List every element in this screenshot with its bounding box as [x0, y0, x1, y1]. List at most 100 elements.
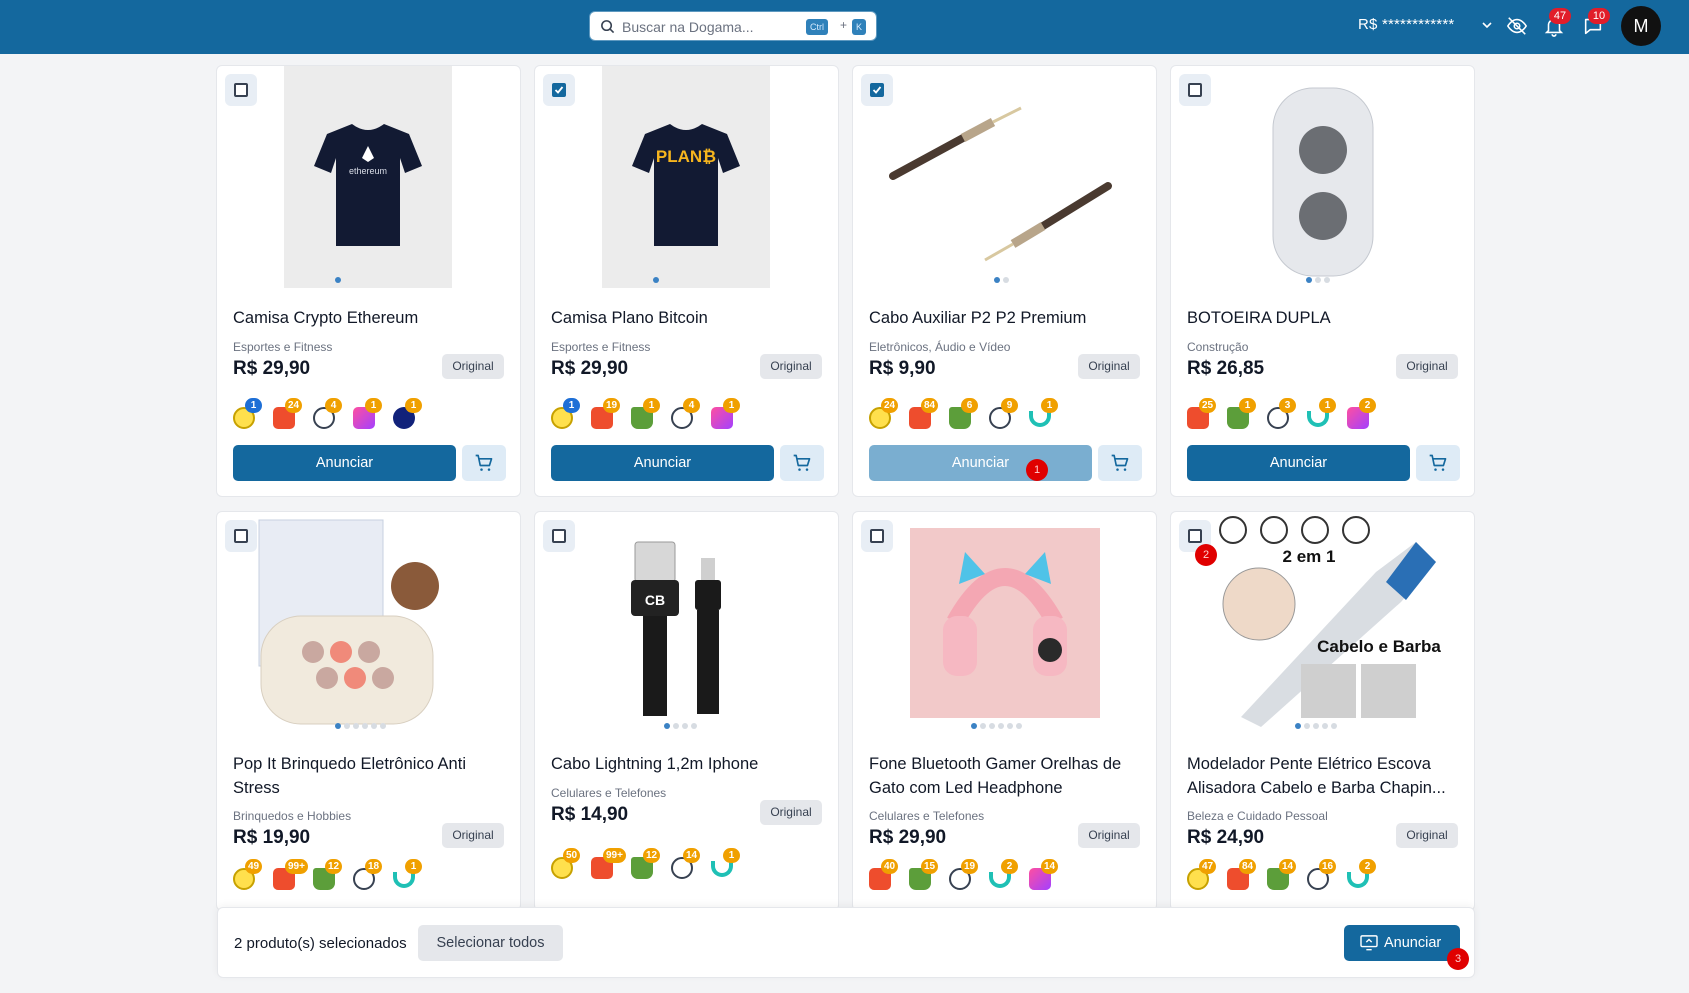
- checkbox-box-checked: [552, 83, 566, 97]
- kiwify-icon[interactable]: 14: [1029, 859, 1059, 890]
- mercadolivre-icon[interactable]: 1: [233, 398, 262, 429]
- carousel-dots[interactable]: [653, 277, 659, 283]
- select-checkbox[interactable]: [543, 520, 575, 552]
- carousel-dots[interactable]: [971, 723, 1022, 729]
- search-bar[interactable]: Buscar na Dogama... Ctrl + K: [589, 11, 877, 41]
- select-checkbox[interactable]: [225, 74, 257, 106]
- shopee-icon[interactable]: 19: [591, 398, 621, 429]
- shopee-icon[interactable]: 24: [273, 398, 303, 429]
- select-checkbox[interactable]: [861, 74, 893, 106]
- add-to-cart-button[interactable]: [780, 445, 824, 481]
- shopee-icon[interactable]: 40: [869, 859, 899, 890]
- product-image[interactable]: [217, 512, 520, 734]
- product-price: R$ 26,85: [1187, 358, 1265, 379]
- shopify-icon[interactable]: 14: [1267, 859, 1297, 890]
- avatar[interactable]: M: [1621, 6, 1661, 46]
- check-icon: [554, 86, 564, 94]
- messages-badge: 10: [1588, 8, 1610, 24]
- chain-icon[interactable]: 14: [671, 848, 701, 879]
- product-title[interactable]: Camisa Plano Bitcoin: [551, 306, 831, 330]
- chevron-down-icon[interactable]: [1481, 19, 1493, 31]
- balance-display[interactable]: R$ ************: [1358, 16, 1454, 33]
- shopee-icon[interactable]: 84: [1227, 859, 1257, 890]
- select-checkbox[interactable]: [225, 520, 257, 552]
- product-title[interactable]: Cabo Auxiliar P2 P2 Premium: [869, 306, 1149, 330]
- product-title[interactable]: Modelador Pente Elétrico Escova Alisador…: [1187, 752, 1467, 800]
- mercadolivre-icon[interactable]: 1: [551, 398, 580, 429]
- product-image[interactable]: CB: [535, 512, 838, 734]
- carousel-dots[interactable]: [1295, 723, 1337, 729]
- kiwify-icon[interactable]: 2: [1347, 398, 1376, 429]
- product-image[interactable]: [853, 512, 1156, 734]
- shopee-icon[interactable]: 99+: [273, 859, 308, 890]
- product-price: R$ 9,90: [869, 358, 936, 379]
- select-all-button[interactable]: Selecionar todos: [418, 925, 563, 961]
- announce-button[interactable]: Anunciar: [233, 445, 456, 481]
- chain-icon[interactable]: 16: [1307, 859, 1337, 890]
- product-title[interactable]: Camisa Crypto Ethereum: [233, 306, 513, 330]
- skull-icon[interactable]: 1: [393, 398, 422, 429]
- chain-icon[interactable]: 4: [313, 398, 342, 429]
- shopify-icon[interactable]: 15: [909, 859, 939, 890]
- carousel-dots[interactable]: [1306, 277, 1330, 283]
- shopify-icon[interactable]: 6: [949, 398, 978, 429]
- image-text: ethereum: [349, 166, 387, 176]
- add-to-cart-button[interactable]: [1416, 445, 1460, 481]
- shopify-icon[interactable]: 12: [631, 848, 661, 879]
- carousel-dots[interactable]: [994, 277, 1009, 283]
- nuvemshop-icon[interactable]: 2: [1347, 859, 1376, 888]
- nuvemshop-icon[interactable]: 1: [1029, 398, 1058, 427]
- bulk-announce-button[interactable]: Anunciar: [1344, 925, 1460, 961]
- product-title[interactable]: Fone Bluetooth Gamer Orelhas de Gato com…: [869, 752, 1149, 800]
- product-title[interactable]: Cabo Lightning 1,2m Iphone: [551, 752, 831, 776]
- product-category: Celulares e Telefones: [869, 809, 985, 823]
- monitor-upload-icon: [1360, 935, 1378, 951]
- add-to-cart-button[interactable]: [1098, 445, 1142, 481]
- select-checkbox[interactable]: [861, 520, 893, 552]
- shopee-icon[interactable]: 99+: [591, 848, 626, 879]
- kiwify-icon[interactable]: 1: [353, 398, 382, 429]
- select-checkbox[interactable]: [543, 74, 575, 106]
- product-image[interactable]: 2 em 1 Cabelo e Barba: [1171, 512, 1474, 734]
- nuvemshop-icon[interactable]: 2: [989, 859, 1018, 888]
- product-image[interactable]: PLAN₿: [535, 66, 838, 288]
- shopify-icon[interactable]: 12: [313, 859, 343, 890]
- announce-button[interactable]: Anunciar: [1187, 445, 1410, 481]
- chain-icon[interactable]: 18: [353, 859, 383, 890]
- shopee-icon[interactable]: 25: [1187, 398, 1217, 429]
- chain-icon[interactable]: 9: [989, 398, 1018, 429]
- mercadolivre-icon[interactable]: 49: [233, 859, 263, 890]
- product-image[interactable]: ethereum: [217, 66, 520, 288]
- carousel-dots[interactable]: [335, 277, 341, 283]
- product-title[interactable]: BOTOEIRA DUPLA: [1187, 306, 1467, 330]
- original-tag: Original: [760, 354, 822, 379]
- kiwify-icon[interactable]: 1: [711, 398, 740, 429]
- shopee-icon[interactable]: 84: [909, 398, 939, 429]
- carousel-dots[interactable]: [664, 723, 697, 729]
- image-text: Cabelo e Barba: [1317, 637, 1441, 656]
- nuvemshop-icon[interactable]: 1: [393, 859, 422, 888]
- nuvemshop-icon[interactable]: 1: [711, 848, 740, 877]
- original-tag: Original: [442, 354, 504, 379]
- carousel-dots[interactable]: [335, 723, 386, 729]
- select-checkbox[interactable]: [1179, 74, 1211, 106]
- shopify-icon[interactable]: 1: [631, 398, 660, 429]
- mercadolivre-icon[interactable]: 24: [869, 398, 899, 429]
- announce-button[interactable]: Anunciar: [869, 445, 1092, 481]
- chain-icon[interactable]: 19: [949, 859, 979, 890]
- chain-icon[interactable]: 3: [1267, 398, 1296, 429]
- product-category: Brinquedos e Hobbies: [233, 809, 352, 823]
- search-input[interactable]: Buscar na Dogama...: [622, 19, 754, 35]
- shopify-icon[interactable]: 1: [1227, 398, 1256, 429]
- mercadolivre-icon[interactable]: 47: [1187, 859, 1217, 890]
- chain-icon[interactable]: 4: [671, 398, 700, 429]
- nuvemshop-icon[interactable]: 1: [1307, 398, 1336, 427]
- eye-off-icon[interactable]: [1506, 15, 1528, 37]
- announce-button[interactable]: Anunciar: [551, 445, 774, 481]
- add-to-cart-button[interactable]: [462, 445, 506, 481]
- product-image[interactable]: [1171, 66, 1474, 288]
- product-title[interactable]: Pop It Brinquedo Eletrônico Anti Stress: [233, 752, 513, 800]
- mercadolivre-icon[interactable]: 50: [551, 848, 581, 879]
- product-image[interactable]: [853, 66, 1156, 288]
- product-category: Beleza e Cuidado Pessoal: [1187, 809, 1328, 823]
